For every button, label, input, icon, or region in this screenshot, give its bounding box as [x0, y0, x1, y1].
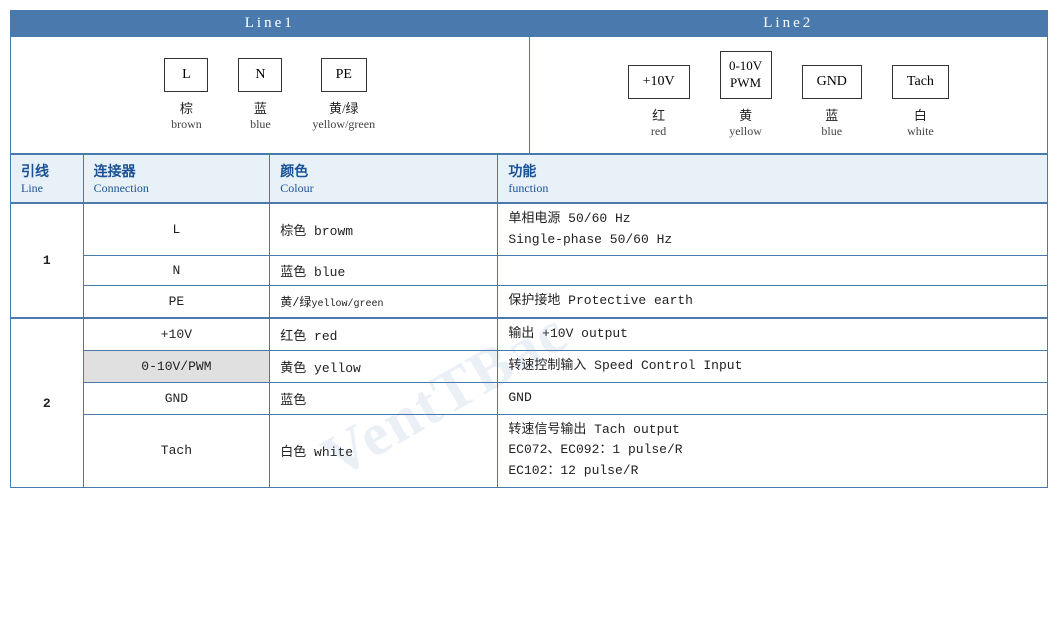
table-row: N 蓝色 blue: [11, 256, 1048, 286]
label-en-N: blue: [250, 117, 271, 132]
label-en-PE: yellow/green: [312, 117, 375, 132]
connector-L: L 棕 brown: [164, 58, 208, 132]
label-en-gnd: blue: [821, 124, 842, 139]
box-10v: +10V: [628, 65, 690, 99]
label-zh-pwm: 黄: [739, 105, 752, 124]
colour-cell-pwm: 黄色 yellow: [270, 350, 498, 382]
colour-cell-L: 棕色 browm: [270, 203, 498, 256]
connector-N: N 蓝 blue: [238, 58, 282, 132]
label-zh-N: 蓝: [254, 98, 267, 117]
line-number-2: 2: [11, 318, 84, 487]
label-en-pwm: yellow: [729, 124, 762, 139]
function-cell-tach: 转速信号输出 Tach output EC072、EC092：1 pulse/R…: [498, 414, 1048, 487]
line2-header: Line2: [529, 11, 1048, 37]
label-zh-10v: 红: [652, 105, 665, 124]
connector-PE: PE 黄/绿 yellow/green: [312, 58, 375, 132]
conn-cell-gnd2: GND: [83, 382, 270, 414]
conn-cell-PE: PE: [83, 286, 270, 318]
table-row: PE 黄/绿yellow/green 保护接地 Protective earth: [11, 286, 1048, 318]
label-zh-tach: 白: [914, 105, 927, 124]
conn-cell-L: L: [83, 203, 270, 256]
box-PE: PE: [321, 58, 367, 92]
conn-cell-tach: Tach: [83, 414, 270, 487]
colour-cell-tach: 白色 white: [270, 414, 498, 487]
function-cell-PE: 保护接地 Protective earth: [498, 286, 1048, 318]
label-zh-L: 棕: [180, 98, 193, 117]
label-en-L: brown: [171, 117, 202, 132]
header-line: 引线 Line: [11, 154, 84, 203]
box-gnd: GND: [802, 65, 862, 99]
colour-cell-gnd2: 蓝色: [270, 382, 498, 414]
table-row: 1 L 棕色 browm 单相电源 50/60 HzSingle-phase 5…: [11, 203, 1048, 256]
connector-gnd: GND 蓝 blue: [802, 65, 862, 139]
box-tach: Tach: [892, 65, 949, 99]
label-zh-PE: 黄/绿: [329, 98, 359, 117]
colour-cell-10v: 红色 red: [270, 318, 498, 350]
connector-tach: Tach 白 white: [892, 65, 949, 139]
conn-cell-pwm: 0-10V/PWM: [83, 350, 270, 382]
header-connection: 连接器 Connection: [83, 154, 270, 203]
label-en-tach: white: [907, 124, 934, 139]
function-cell-N: [498, 256, 1048, 286]
colour-cell-N: 蓝色 blue: [270, 256, 498, 286]
function-cell-pwm: 转速控制输入 Speed Control Input: [498, 350, 1048, 382]
table-header: 引线 Line 连接器 Connection 颜色 Colour 功能 func…: [11, 154, 1048, 203]
line-number-1: 1: [11, 203, 84, 318]
box-L: L: [164, 58, 208, 92]
colour-cell-PE: 黄/绿yellow/green: [270, 286, 498, 318]
line2-diagram: +10V 红 red 0-10VPWM 黄 yellow GND 蓝 blue: [529, 37, 1048, 154]
function-cell-10v: 输出 +10V output: [498, 318, 1048, 350]
conn-cell-10v: +10V: [83, 318, 270, 350]
line1-header: Line1: [11, 11, 530, 37]
header-colour: 颜色 Colour: [270, 154, 498, 203]
function-cell-gnd2: GND: [498, 382, 1048, 414]
table-row: GND 蓝色 GND: [11, 382, 1048, 414]
table-row: 0-10V/PWM 黄色 yellow 转速控制输入 Speed Control…: [11, 350, 1048, 382]
header-function: 功能 function: [498, 154, 1048, 203]
table-row: Tach 白色 white 转速信号输出 Tach output EC072、E…: [11, 414, 1048, 487]
box-N: N: [238, 58, 282, 92]
label-zh-gnd: 蓝: [825, 105, 838, 124]
function-cell-L: 单相电源 50/60 HzSingle-phase 50/60 Hz: [498, 203, 1048, 256]
connector-10v: +10V 红 red: [628, 65, 690, 139]
label-en-10v: red: [651, 124, 666, 139]
table-row: 2 +10V 红色 red 输出 +10V output: [11, 318, 1048, 350]
conn-cell-N: N: [83, 256, 270, 286]
connector-pwm: 0-10VPWM 黄 yellow: [720, 51, 772, 139]
box-pwm: 0-10VPWM: [720, 51, 772, 99]
line1-diagram: L 棕 brown N 蓝 blue PE 黄/绿 yellow/green: [11, 37, 530, 154]
